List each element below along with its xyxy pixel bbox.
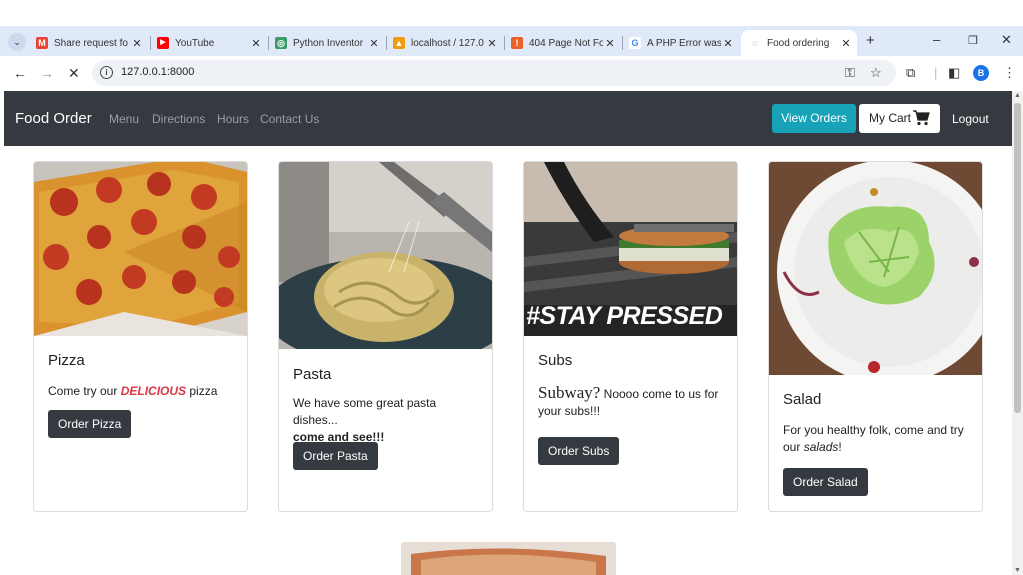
logout-button[interactable]: Logout xyxy=(952,112,989,126)
order-subs-button[interactable]: Order Subs xyxy=(538,437,620,465)
card-desc-salad: For you healthy folk, come and try our s… xyxy=(783,423,964,454)
browser-tab[interactable]: G A PHP Error was ✕ xyxy=(629,30,735,56)
browser-tab-active[interactable]: ◌ Food ordering ✕ xyxy=(741,30,857,56)
partial-card-image xyxy=(401,542,616,575)
card-desc-pizza: Come try our DELICIOUS pizza xyxy=(48,384,218,398)
address-url[interactable]: 127.0.0.1:8000 xyxy=(121,66,194,78)
site-navbar: Food Order Menu Directions Hours Contact… xyxy=(4,91,1012,146)
close-tab-icon[interactable]: ✕ xyxy=(249,37,263,50)
order-pizza-button[interactable]: Order Pizza xyxy=(48,410,132,438)
scroll-up-icon[interactable]: ▲ xyxy=(1014,92,1021,99)
scroll-thumb[interactable] xyxy=(1014,103,1021,413)
subs-image: #STAY PRESSED xyxy=(524,162,737,336)
nav-directions[interactable]: Directions xyxy=(152,112,205,126)
close-tab-icon[interactable]: ✕ xyxy=(130,37,144,50)
card-title-pasta: Pasta xyxy=(293,366,332,383)
menu-card-salad: Salad For you healthy folk, come and try… xyxy=(768,161,983,512)
python-icon: ◎ xyxy=(275,37,287,49)
nav-contact-us[interactable]: Contact Us xyxy=(260,112,319,126)
nav-menu[interactable]: Menu xyxy=(109,112,139,126)
stop-loading-icon[interactable]: ✕ xyxy=(68,65,80,82)
order-salad-button[interactable]: Order Salad xyxy=(783,468,868,496)
side-panel-icon[interactable]: ◧ xyxy=(948,65,960,81)
order-pasta-button[interactable]: Order Pasta xyxy=(293,442,378,470)
card-desc-subs: Subway? Noooo come to us for your subs!!… xyxy=(538,383,719,418)
gmail-icon: M xyxy=(36,37,48,49)
my-cart-label: My Cart xyxy=(869,111,911,125)
google-icon: G xyxy=(629,37,641,49)
phpmyadmin-icon: ▲ xyxy=(393,37,405,49)
close-tab-icon[interactable]: ✕ xyxy=(839,37,853,50)
browser-tab[interactable]: ▲ localhost / 127.0 ✕ xyxy=(393,30,499,56)
browser-tab[interactable]: M Share request fo ✕ xyxy=(36,30,144,56)
browser-tab[interactable]: ! 404 Page Not Fo ✕ xyxy=(511,30,617,56)
card-desc-pasta: We have some great pasta dishes... come a… xyxy=(293,396,437,444)
loading-icon: ◌ xyxy=(752,38,758,48)
address-bar[interactable]: i 127.0.0.1:8000 ⚿ ☆ xyxy=(92,60,896,86)
menu-card-pasta: Pasta We have some great pasta dishes...… xyxy=(278,161,493,512)
web-page: Food Order Menu Directions Hours Contact… xyxy=(4,91,1012,575)
youtube-icon: ▶ xyxy=(157,37,169,49)
card-title-salad: Salad xyxy=(783,391,822,408)
bookmark-star-icon[interactable]: ☆ xyxy=(870,65,882,81)
site-info-icon[interactable]: i xyxy=(100,66,113,79)
pasta-image xyxy=(279,162,492,349)
browser-tab[interactable]: ◎ Python Inventor ✕ xyxy=(275,30,381,56)
scroll-down-icon[interactable]: ▼ xyxy=(1014,567,1021,574)
minimize-icon[interactable]: – xyxy=(933,32,940,47)
view-orders-button[interactable]: View Orders xyxy=(772,104,856,133)
salad-image xyxy=(769,162,982,375)
card-title-pizza: Pizza xyxy=(48,352,85,369)
forward-icon[interactable]: → xyxy=(40,65,54,81)
card-title-subs: Subs xyxy=(538,352,573,369)
extensions-icon[interactable]: ⧉ xyxy=(906,65,915,81)
back-icon[interactable]: ← xyxy=(13,65,27,81)
close-window-icon[interactable]: ✕ xyxy=(1001,32,1012,48)
close-tab-icon[interactable]: ✕ xyxy=(485,37,499,50)
subs-image-caption: #STAY PRESSED xyxy=(526,302,723,330)
tab-search-icon[interactable]: ⌄ xyxy=(8,33,26,51)
error-page-icon: ! xyxy=(511,37,523,49)
browser-tabstrip: ⌄ M Share request fo ✕ ▶ YouTube ✕ ◎ Pyt… xyxy=(0,26,1023,56)
close-tab-icon[interactable]: ✕ xyxy=(721,37,735,50)
close-tab-icon[interactable]: ✕ xyxy=(367,37,381,50)
nav-hours[interactable]: Hours xyxy=(217,112,249,126)
menu-card-partial xyxy=(401,542,616,575)
browser-menu-icon[interactable]: ⋮ xyxy=(1003,65,1016,81)
browser-toolbar: ← → ✕ i 127.0.0.1:8000 ⚿ ☆ ⧉ | ◧ B ⋮ xyxy=(0,56,1023,90)
restore-icon[interactable]: ❐ xyxy=(968,34,978,47)
cart-icon xyxy=(913,110,930,126)
menu-card-pizza: Pizza Come try our DELICIOUS pizza Order… xyxy=(33,161,248,512)
browser-tab[interactable]: ▶ YouTube ✕ xyxy=(157,30,263,56)
page-scrollbar[interactable]: ▲ ▼ xyxy=(1012,91,1023,575)
menu-card-subs: #STAY PRESSED Subs Subway? Noooo come to… xyxy=(523,161,738,512)
password-key-icon[interactable]: ⚿ xyxy=(845,65,855,81)
site-brand[interactable]: Food Order xyxy=(15,110,92,127)
profile-avatar[interactable]: B xyxy=(973,65,989,81)
close-tab-icon[interactable]: ✕ xyxy=(603,37,617,50)
toolbar-divider: | xyxy=(934,65,938,80)
pizza-image xyxy=(34,162,247,336)
my-cart-button[interactable]: My Cart xyxy=(859,104,940,133)
new-tab-icon[interactable]: + xyxy=(866,32,875,49)
